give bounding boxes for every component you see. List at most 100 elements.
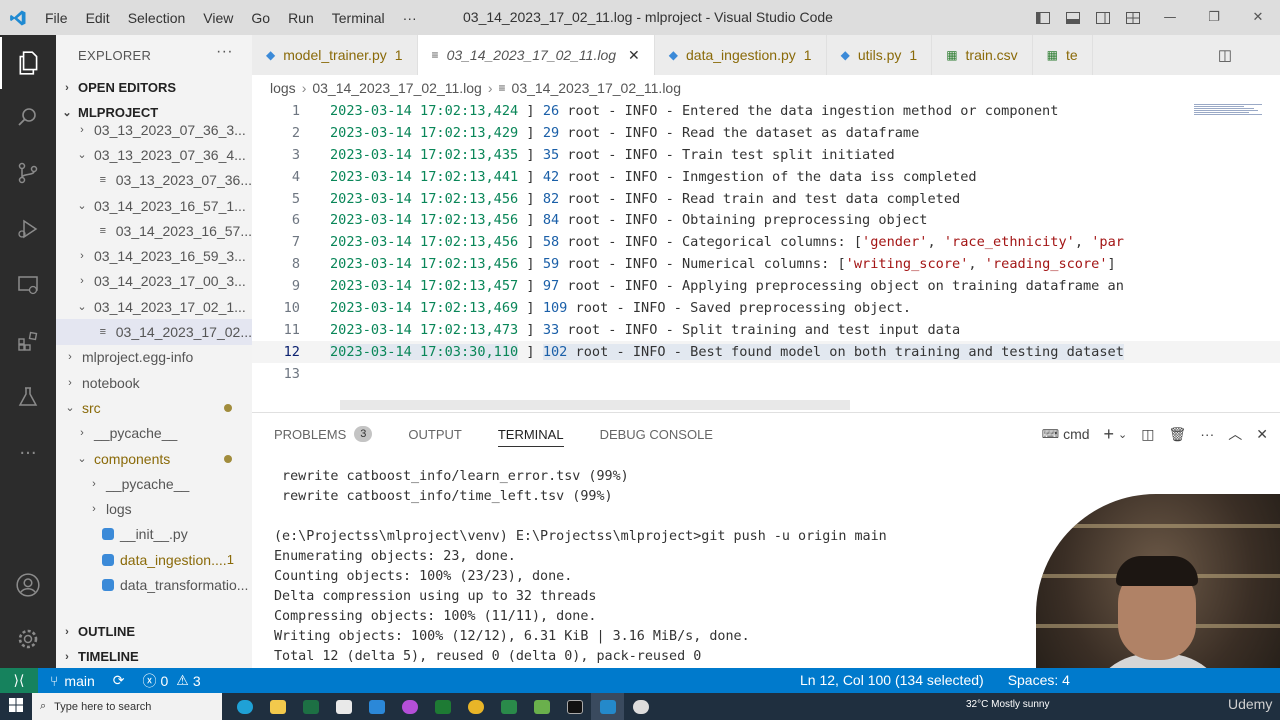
code-line[interactable]: 10 2023-03-14 17:02:13,469 ] 109 root - I… <box>252 297 1280 319</box>
recorder-app-icon[interactable] <box>393 693 426 720</box>
tree-folder[interactable]: › 03_14_2023_17_00_3... <box>56 269 252 294</box>
run-debug-icon[interactable] <box>0 203 56 255</box>
tree-folder[interactable]: › notebook <box>56 370 252 395</box>
code-line[interactable]: 3 2023-03-14 17:02:13,435 ] 35 root - INF… <box>252 144 1280 166</box>
menu-terminal[interactable]: Terminal <box>323 10 394 26</box>
tree-folder[interactable]: › 03_13_2023_07_36_3... <box>56 117 252 142</box>
tree-folder[interactable]: › __pycache__ <box>56 471 252 496</box>
problems-indicator[interactable]: ⓧ 0 ⚠ 3 <box>143 671 201 691</box>
editor-tab[interactable]: ≡ 03_14_2023_17_02_11.log ✕ <box>417 35 655 75</box>
outline-section[interactable]: › OUTLINE <box>56 619 252 644</box>
menu-selection[interactable]: Selection <box>119 10 195 26</box>
editor-tab[interactable]: ▦ te <box>1033 35 1093 75</box>
menu-view[interactable]: View <box>194 10 242 26</box>
chevron-down-icon[interactable]: ⌄ <box>1118 428 1127 441</box>
code-line[interactable]: 11 2023-03-14 17:02:13,473 ] 33 root - IN… <box>252 319 1280 341</box>
trash-icon[interactable]: 🗑 <box>1168 426 1186 443</box>
breadcrumb-folder[interactable]: logs <box>270 80 296 96</box>
tree-folder[interactable]: › mlproject.egg-info <box>56 345 252 370</box>
shell-label[interactable]: cmd <box>1063 426 1089 442</box>
media-app-icon[interactable] <box>426 693 459 720</box>
open-editors-section[interactable]: › OPEN EDITORS <box>56 75 252 100</box>
tab-problems[interactable]: PROBLEMS 3 <box>274 413 373 455</box>
horizontal-scrollbar[interactable] <box>340 400 850 410</box>
close-panel-icon[interactable]: ✕ <box>1256 426 1268 443</box>
testing-icon[interactable] <box>0 371 56 423</box>
tree-folder[interactable]: › logs <box>56 496 252 521</box>
search-icon[interactable] <box>0 91 56 143</box>
tree-folder[interactable]: › 03_14_2023_16_59_3... <box>56 243 252 268</box>
menu-more[interactable]: ··· <box>394 10 426 26</box>
toggle-panel-icon[interactable] <box>1058 0 1088 35</box>
chrome-app-icon[interactable] <box>459 693 492 720</box>
more-actions-icon[interactable]: ··· <box>1200 426 1214 442</box>
file-explorer-app-icon[interactable] <box>261 693 294 720</box>
close-tab-icon[interactable]: ✕ <box>628 47 640 64</box>
toggle-sidebar-icon[interactable] <box>1028 0 1058 35</box>
tree-folder[interactable]: ⌄ 03_14_2023_17_02_1... <box>56 294 252 319</box>
code-line[interactable]: 4 2023-03-14 17:02:13,441 ] 42 root - INF… <box>252 166 1280 188</box>
sync-icon[interactable]: ⟳ <box>113 672 125 689</box>
tab-terminal[interactable]: TERMINAL <box>497 413 564 455</box>
menu-edit[interactable]: Edit <box>77 10 119 26</box>
tree-file[interactable]: data_ingestion.... 1 <box>56 547 252 572</box>
cmd-app-icon[interactable] <box>558 693 591 720</box>
editor-tab[interactable]: ◆ data_ingestion.py 1 <box>655 35 827 75</box>
tab-debug-console[interactable]: DEBUG CONSOLE <box>600 413 713 455</box>
extensions-icon[interactable] <box>0 315 56 367</box>
notepad-app-icon[interactable] <box>525 693 558 720</box>
code-line[interactable]: 5 2023-03-14 17:02:13,456 ] 82 root - INF… <box>252 188 1280 210</box>
breadcrumb-symbol[interactable]: 03_14_2023_17_02_11.log <box>512 80 681 96</box>
editor-tab[interactable]: ◆ utils.py 1 <box>827 35 933 75</box>
code-line[interactable]: 6 2023-03-14 17:02:13,456 ] 84 root - INF… <box>252 210 1280 232</box>
excel-app-icon[interactable] <box>294 693 327 720</box>
code-line[interactable]: 8 2023-03-14 17:02:13,456 ] 59 root - INF… <box>252 253 1280 275</box>
timeline-section[interactable]: › TIMELINE <box>56 644 252 668</box>
tree-file[interactable]: ≡ 03_14_2023_16_57... <box>56 218 252 243</box>
tree-folder[interactable]: ⌄ components <box>56 446 252 471</box>
split-terminal-icon[interactable]: ◫ <box>1141 426 1154 443</box>
editor-tab[interactable]: ▦ train.csv <box>932 35 1033 75</box>
code-line[interactable]: 13 <box>252 363 1280 385</box>
split-editor-icon[interactable]: ◫ <box>1213 46 1236 64</box>
windows-start-icon[interactable] <box>0 697 32 716</box>
customize-layout-icon[interactable] <box>1118 0 1148 35</box>
tree-file[interactable]: data_transformatio... <box>56 572 252 597</box>
source-control-icon[interactable] <box>0 147 56 199</box>
menu-run[interactable]: Run <box>279 10 323 26</box>
obs-app-icon[interactable] <box>624 693 657 720</box>
minimap[interactable] <box>1194 104 1262 116</box>
close-window-icon[interactable]: ✕ <box>1236 0 1280 35</box>
store-app-icon[interactable] <box>327 693 360 720</box>
maximize-panel-chevron-up-icon[interactable]: ︿ <box>1228 424 1242 444</box>
tab-output[interactable]: OUTPUT <box>408 413 461 455</box>
code-editor[interactable]: 1 2023-03-14 17:02:13,424 ] 26 root - INF… <box>252 100 1280 412</box>
tree-folder[interactable]: ⌄ 03_14_2023_16_57_1... <box>56 193 252 218</box>
code-line[interactable]: 12 2023-03-14 17:03:30,110 ] 102 root - I… <box>252 340 1280 363</box>
indentation[interactable]: Spaces: 4 <box>1008 672 1070 688</box>
terminal-app-icon[interactable] <box>492 693 525 720</box>
toggle-secondary-sidebar-icon[interactable] <box>1088 0 1118 35</box>
taskbar-search[interactable]: ⌕ Type here to search <box>32 693 222 720</box>
remote-icon[interactable]: ⟩⟨ <box>0 668 38 693</box>
tree-folder[interactable]: ⌄ src <box>56 395 252 420</box>
tree-folder[interactable]: ⌄ 03_13_2023_07_36_4... <box>56 142 252 167</box>
code-line[interactable]: 1 2023-03-14 17:02:13,424 ] 26 root - INF… <box>252 100 1280 122</box>
settings-gear-icon[interactable] <box>0 613 56 665</box>
code-line[interactable]: 2 2023-03-14 17:02:13,429 ] 29 root - INF… <box>252 122 1280 144</box>
restore-icon[interactable]: ❐ <box>1192 0 1236 35</box>
code-line[interactable]: 9 2023-03-14 17:02:13,457 ] 97 root - INF… <box>252 275 1280 297</box>
breadcrumb-file[interactable]: 03_14_2023_17_02_11.log <box>312 80 481 96</box>
more-icon[interactable]: ··· <box>0 427 56 479</box>
menu-go[interactable]: Go <box>242 10 279 26</box>
terminal-output[interactable]: rewrite catboost_info/learn_error.tsv (9… <box>274 467 887 667</box>
account-icon[interactable] <box>0 559 56 611</box>
cursor-position[interactable]: Ln 12, Col 100 (134 selected) <box>800 672 984 688</box>
explorer-icon[interactable] <box>0 37 56 89</box>
minimize-icon[interactable]: — <box>1148 0 1192 35</box>
remote-explorer-icon[interactable] <box>0 259 56 311</box>
new-terminal-plus-icon[interactable]: + <box>1104 424 1115 445</box>
mail-app-icon[interactable] <box>360 693 393 720</box>
branch-indicator[interactable]: ⑂ main <box>50 673 95 689</box>
vscode-app-icon[interactable] <box>591 693 624 720</box>
